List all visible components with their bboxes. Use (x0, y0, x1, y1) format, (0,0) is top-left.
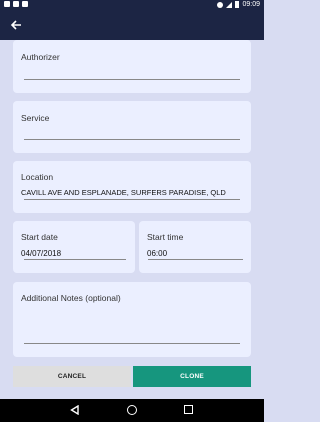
back-arrow-icon[interactable] (8, 17, 24, 33)
notes-label: Additional Notes (optional) (21, 293, 121, 303)
location-field[interactable]: CAVILL AVE AND ESPLANADE, SURFERS PARADI… (21, 188, 226, 197)
cancel-button[interactable]: CANCEL (13, 366, 131, 387)
start-time-card: Start time 06:00 (139, 221, 251, 273)
app-bar (0, 10, 264, 40)
start-time-field[interactable]: 06:00 (147, 249, 167, 258)
start-date-field[interactable]: 04/07/2018 (21, 249, 61, 258)
service-label: Service (21, 113, 50, 123)
notification-icons (4, 1, 28, 7)
authorizer-underline (24, 79, 240, 80)
status-bar: 09:09 (0, 0, 264, 10)
authorizer-label: Authorizer (21, 52, 60, 62)
notes-card: Additional Notes (optional) (13, 282, 251, 357)
minus-circle-icon (217, 1, 224, 8)
clone-button[interactable]: CLONE (133, 366, 251, 387)
authorizer-card: Authorizer (13, 40, 251, 93)
battery-icon (235, 1, 240, 8)
service-underline (24, 139, 240, 140)
notification-icon (4, 1, 10, 7)
status-time: 09:09 (242, 1, 260, 8)
start-date-card: Start date 04/07/2018 (13, 221, 135, 273)
system-icons: 09:09 (217, 1, 260, 8)
location-label: Location (21, 172, 54, 182)
start-date-underline (24, 259, 126, 260)
location-underline (24, 199, 240, 200)
start-date-label: Start date (21, 232, 58, 242)
notification-icon (22, 1, 28, 7)
service-card: Service (13, 101, 251, 153)
wifi-icon (226, 1, 233, 8)
location-card: Location CAVILL AVE AND ESPLANADE, SURFE… (13, 161, 251, 213)
nav-back-icon[interactable] (70, 405, 79, 415)
notification-icon (13, 1, 19, 7)
start-time-label: Start time (147, 232, 184, 242)
start-time-underline (148, 259, 243, 260)
nav-recents-icon[interactable] (184, 405, 193, 414)
nav-home-icon[interactable] (127, 405, 137, 415)
notes-underline (24, 343, 240, 344)
navigation-bar (0, 399, 264, 422)
